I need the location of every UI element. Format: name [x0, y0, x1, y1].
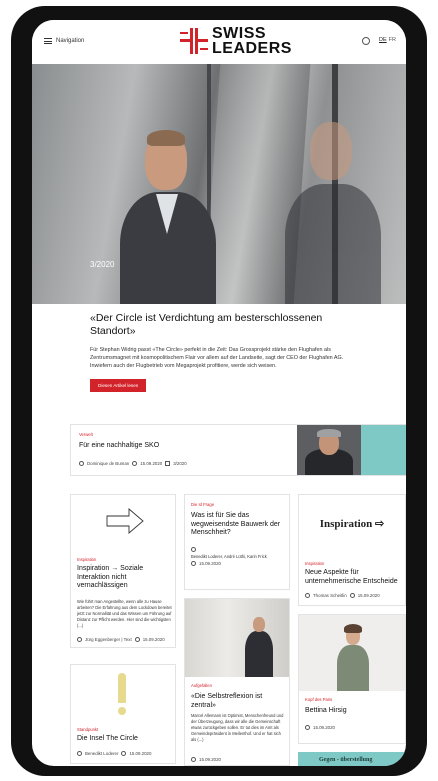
- screen: Navigation SWISS LEADERS DE FR 3/2020 «D…: [32, 20, 406, 766]
- clock-icon: [121, 751, 127, 756]
- card-title[interactable]: Neue Aspekte für unternehmerische Entsch…: [305, 569, 405, 586]
- card-kicker: Aufgefallen: [191, 683, 212, 688]
- card-photo[interactable]: [185, 599, 289, 677]
- card-text: Marcel Allemann ist Optimist, Menschenfr…: [191, 713, 284, 742]
- clock-icon: [191, 561, 196, 566]
- site-logo[interactable]: SWISS LEADERS: [180, 25, 292, 57]
- card-gegenueberstellung[interactable]: Gegen - überstellung: [298, 752, 406, 766]
- feature-issue: 3/2020: [173, 461, 187, 466]
- card-author[interactable]: Jürg Eggenberger | Text: [85, 637, 132, 642]
- navigation-label: Navigation: [56, 38, 85, 44]
- card-insel[interactable]: Standpunkt Die Insel The Circle Benedikt…: [70, 664, 176, 764]
- card-bettina-hirsig[interactable]: Kopf des Paris Bettina Hirsig 15.09.2020: [298, 614, 406, 744]
- card-meta: 15.09.2020: [305, 725, 335, 730]
- feature-card[interactable]: Verwelt Für eine nachhaltige SKO Dominiq…: [70, 424, 406, 476]
- card-photo[interactable]: [299, 615, 405, 691]
- author-icon: [77, 637, 82, 642]
- card-date: 15.09.2020: [129, 751, 152, 756]
- card-kicker: Inspiration: [305, 561, 325, 566]
- clock-icon: [349, 593, 355, 598]
- card-meta: 15.09.2020: [191, 561, 221, 566]
- card-author[interactable]: Benedikt Loderer, André Lüthi, Karin Fri…: [191, 554, 287, 560]
- card-title[interactable]: Inspiration → Soziale Interaktion nicht …: [77, 565, 173, 591]
- author-icon: [77, 751, 82, 756]
- card-meta: Jürg Eggenberger | Text 15.09.2020: [77, 637, 165, 642]
- card-selbstreflexion[interactable]: Aufgefallen «Die Selbstreflexion ist zen…: [184, 598, 290, 766]
- issue-icon: [165, 461, 171, 466]
- card-kicker: Inspiration: [77, 557, 97, 562]
- card-date: 15.09.2020: [313, 725, 335, 730]
- lead-summary: Für Stephan Widrig passt «The Circle» pe…: [90, 347, 344, 370]
- exclamation-icon: [115, 673, 129, 715]
- clock-icon: [132, 461, 138, 466]
- card-date: 15.09.2020: [142, 637, 165, 642]
- card-meta: Benedikt Loderer 15.09.2020: [77, 751, 151, 756]
- card-kicker: Die Id Frage: [191, 502, 215, 507]
- feature-author[interactable]: Dominique de Buman: [87, 461, 129, 466]
- card-date: 15.09.2020: [199, 757, 221, 762]
- card-text: Wie führt man Angestellte, wenn alle zu …: [77, 599, 172, 628]
- card-title[interactable]: Was ist für Sie das wegweisendste Bauwer…: [191, 512, 287, 538]
- issue-label: 3/2020: [90, 260, 115, 269]
- card-title[interactable]: Bettina Hirsig: [305, 707, 405, 716]
- card-kicker: Kopf des Paris: [305, 697, 333, 702]
- navigation-button[interactable]: Navigation: [44, 38, 84, 44]
- tablet-frame: Navigation SWISS LEADERS DE FR 3/2020 «D…: [11, 6, 427, 776]
- search-icon[interactable]: [362, 37, 370, 45]
- header: Navigation SWISS LEADERS DE FR: [32, 20, 406, 64]
- feature-meta: Dominique de Buman 15.09.2020 3/2020: [79, 461, 187, 466]
- read-article-button[interactable]: Diesen Artikel lesen: [90, 378, 147, 392]
- card-date: 15.09.2020: [199, 561, 221, 566]
- card-meta: 15.09.2020: [191, 757, 221, 762]
- hero-reflection: [277, 110, 387, 304]
- author-icon: [305, 593, 310, 598]
- language-switch: DE FR: [379, 37, 396, 43]
- card-date: 15.09.2020: [357, 593, 380, 598]
- feature-date: 15.09.2020: [140, 461, 163, 466]
- logo-mark-icon: [180, 26, 208, 56]
- card-inspiration-interaction[interactable]: Inspiration Inspiration → Soziale Intera…: [70, 494, 176, 648]
- feature-title[interactable]: Für eine nachhaltige SKO: [79, 442, 159, 449]
- clock-icon: [191, 757, 196, 762]
- feature-photo[interactable]: [297, 425, 361, 475]
- arrow-right-icon: [105, 507, 145, 535]
- lead-article: «Der Circle ist Verdichtung am bestersch…: [90, 312, 352, 392]
- card-author[interactable]: Thomas Scheitlin: [313, 593, 347, 598]
- card-frage[interactable]: Die Id Frage Was ist für Sie das wegweis…: [184, 494, 290, 590]
- hamburger-icon[interactable]: [44, 38, 52, 44]
- author-icon: [191, 547, 196, 552]
- clock-icon: [305, 725, 310, 730]
- logo-wordmark: SWISS LEADERS: [212, 25, 292, 57]
- card-kicker: Standpunkt: [77, 727, 99, 732]
- author-icon: [79, 461, 84, 466]
- feature-kicker: Verwelt: [79, 432, 93, 437]
- teaser-label: Gegen - überstellung: [319, 757, 373, 763]
- lead-title[interactable]: «Der Circle ist Verdichtung am bestersch…: [90, 312, 352, 338]
- card-title[interactable]: Die Insel The Circle: [77, 735, 173, 744]
- card-meta: Thomas Scheitlin 15.09.2020: [305, 593, 380, 598]
- card-neue-aspekte[interactable]: Inspiration ⇨ Inspiration Neue Aspekte f…: [298, 494, 406, 606]
- card-author[interactable]: Benedikt Loderer: [85, 751, 118, 756]
- lang-de-link[interactable]: DE: [379, 37, 387, 43]
- hero-image[interactable]: 3/2020: [32, 64, 406, 304]
- lang-fr-link[interactable]: FR: [389, 37, 396, 43]
- inspiration-logo: Inspiration ⇨: [319, 518, 385, 530]
- card-title[interactable]: «Die Selbstreflexion ist zentral»: [191, 693, 287, 710]
- clock-icon: [134, 637, 140, 642]
- hero-person: [112, 122, 222, 304]
